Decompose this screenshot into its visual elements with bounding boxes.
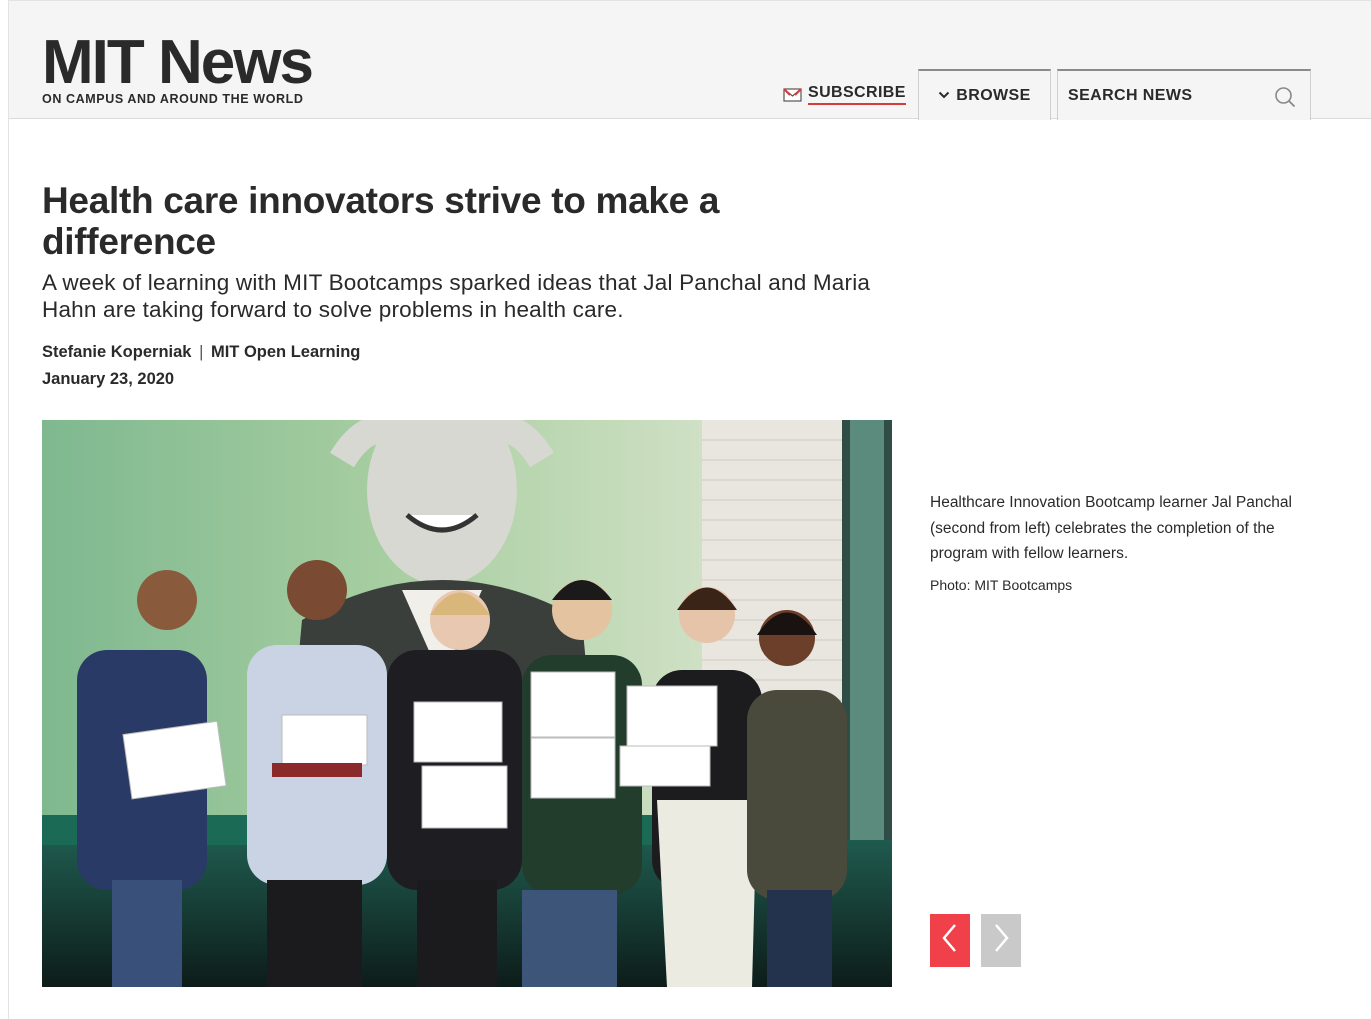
- chevron-left-icon: [940, 922, 960, 959]
- previous-image-button[interactable]: [930, 914, 970, 967]
- next-image-button[interactable]: [981, 914, 1021, 967]
- search-input[interactable]: [1068, 86, 1268, 105]
- department-name[interactable]: MIT Open Learning: [211, 343, 360, 361]
- brand-title: MIT News: [42, 28, 314, 97]
- chevron-right-icon: [991, 922, 1011, 959]
- publish-date: January 23, 2020: [42, 370, 175, 388]
- site-logo[interactable]: MIT News ON CAMPUS AND AROUND THE WORLD: [42, 28, 314, 107]
- subscribe-link[interactable]: SUBSCRIBE: [783, 84, 906, 105]
- author-name[interactable]: Stefanie Koperniak: [42, 343, 191, 361]
- article-headline: Health care innovators strive to make a …: [42, 180, 720, 262]
- envelope-icon: [783, 87, 802, 102]
- article-byline: Stefanie Koperniak | MIT Open Learning: [42, 343, 360, 362]
- photo-credit: Photo: MIT Bootcamps: [930, 577, 1073, 593]
- search-icon[interactable]: [1274, 86, 1296, 108]
- article-dek: A week of learning with MIT Bootcamps sp…: [42, 270, 871, 322]
- site-header: MIT News ON CAMPUS AND AROUND THE WORLD …: [9, 1, 1371, 120]
- browse-button[interactable]: BROWSE: [918, 69, 1051, 120]
- article-photo: [42, 420, 892, 987]
- subscribe-label: SUBSCRIBE: [808, 84, 906, 105]
- search-box: [1057, 69, 1311, 120]
- brand-tagline: ON CAMPUS AND AROUND THE WORLD: [42, 92, 304, 106]
- browse-label: BROWSE: [956, 86, 1031, 104]
- photo-illustration: [42, 420, 892, 987]
- photo-caption: Healthcare Innovation Bootcamp learner J…: [930, 494, 1292, 562]
- chevron-down-icon: [938, 87, 950, 105]
- byline-separator: |: [199, 343, 204, 361]
